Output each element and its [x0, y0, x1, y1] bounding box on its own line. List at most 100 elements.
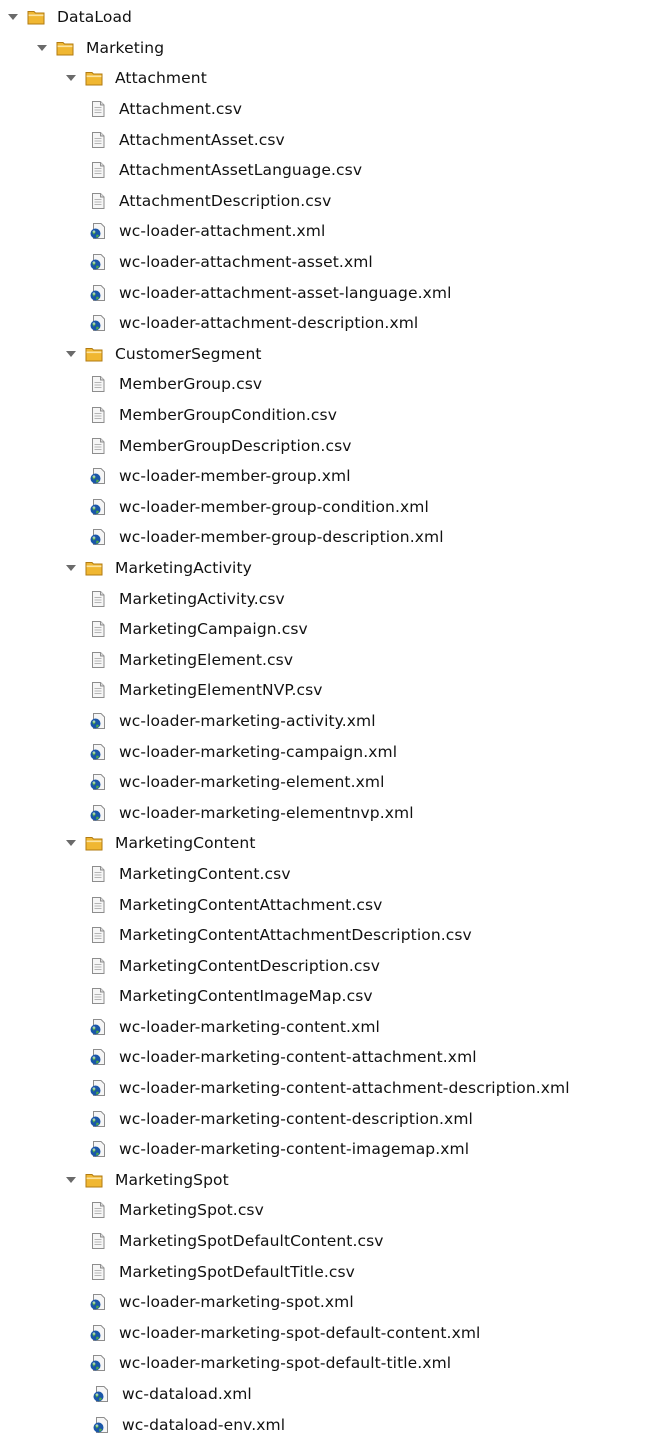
tree-item-membergroupdescription-csv[interactable]: MemberGroupDescription.csv [0, 430, 671, 461]
tree-item-wc-loader-marketing-content-attachment-xml[interactable]: wc-loader-marketing-content-attachment.x… [0, 1042, 671, 1073]
folder-icon [85, 345, 103, 363]
tree-item-wc-loader-member-group-xml[interactable]: wc-loader-member-group.xml [0, 461, 671, 492]
tree-item-label: Marketing [86, 38, 165, 57]
tree-item-wc-loader-marketing-content-imagemap-xml[interactable]: wc-loader-marketing-content-imagemap.xml [0, 1134, 671, 1165]
tree-item-label: wc-loader-attachment.xml [119, 222, 326, 241]
tree-item-wc-loader-marketing-activity-xml[interactable]: wc-loader-marketing-activity.xml [0, 706, 671, 737]
expand-toggle-icon[interactable] [63, 346, 79, 362]
tree-item-label: MemberGroup.csv [119, 375, 263, 394]
tree-item-marketingspot[interactable]: MarketingSpot [0, 1165, 671, 1196]
expand-toggle-icon[interactable] [63, 560, 79, 576]
tree-item-label: wc-loader-marketing-spot-default-title.x… [119, 1354, 452, 1373]
tree-item-marketingactivity[interactable]: MarketingActivity [0, 553, 671, 584]
xml-file-icon [89, 314, 107, 332]
tree-item-label: AttachmentDescription.csv [119, 191, 332, 210]
tree-item-label: MarketingSpotDefaultTitle.csv [119, 1262, 355, 1281]
tree-item-marketingcontentattachment-csv[interactable]: MarketingContentAttachment.csv [0, 889, 671, 920]
expand-toggle-icon[interactable] [5, 9, 21, 25]
tree-item-wc-loader-attachment-asset-language-xml[interactable]: wc-loader-attachment-asset-language.xml [0, 277, 671, 308]
tree-item-label: MarketingContentAttachmentDescription.cs… [119, 926, 472, 945]
tree-item-label: Attachment [115, 69, 207, 88]
tree-item-wc-loader-marketing-element-xml[interactable]: wc-loader-marketing-element.xml [0, 767, 671, 798]
tree-item-label: wc-loader-attachment-description.xml [119, 314, 419, 333]
xml-file-icon [92, 1385, 110, 1403]
tree-item-membergroup-csv[interactable]: MemberGroup.csv [0, 369, 671, 400]
csv-file-icon [89, 651, 107, 669]
tree-item-wc-loader-attachment-asset-xml[interactable]: wc-loader-attachment-asset.xml [0, 247, 671, 278]
tree-item-marketingelementnvp-csv[interactable]: MarketingElementNVP.csv [0, 675, 671, 706]
xml-file-icon [89, 1048, 107, 1066]
tree-item-attachmentassetlanguage-csv[interactable]: AttachmentAssetLanguage.csv [0, 155, 671, 186]
tree-item-wc-loader-marketing-spot-default-title-xml[interactable]: wc-loader-marketing-spot-default-title.x… [0, 1348, 671, 1379]
xml-file-icon [89, 528, 107, 546]
tree-item-wc-loader-marketing-content-xml[interactable]: wc-loader-marketing-content.xml [0, 1012, 671, 1043]
tree-item-dataload[interactable]: DataLoad [0, 2, 671, 33]
folder-icon [85, 69, 103, 87]
tree-item-label: MemberGroupCondition.csv [119, 406, 338, 425]
tree-item-wc-dataload-xml[interactable]: wc-dataload.xml [0, 1379, 671, 1410]
expand-toggle-icon[interactable] [63, 1172, 79, 1188]
xml-file-icon [89, 1140, 107, 1158]
xml-file-icon [89, 712, 107, 730]
tree-item-marketingcontent-csv[interactable]: MarketingContent.csv [0, 859, 671, 890]
expand-toggle-icon[interactable] [34, 40, 50, 56]
xml-file-icon [89, 467, 107, 485]
tree-item-attachment-csv[interactable]: Attachment.csv [0, 94, 671, 125]
csv-file-icon [89, 1201, 107, 1219]
tree-item-label: wc-loader-marketing-campaign.xml [119, 742, 398, 761]
tree-item-wc-loader-attachment-description-xml[interactable]: wc-loader-attachment-description.xml [0, 308, 671, 339]
tree-item-marketingcampaign-csv[interactable]: MarketingCampaign.csv [0, 614, 671, 645]
tree-item-attachmentasset-csv[interactable]: AttachmentAsset.csv [0, 124, 671, 155]
tree-item-marketingelement-csv[interactable]: MarketingElement.csv [0, 644, 671, 675]
xml-file-icon [89, 1018, 107, 1036]
tree-item-label: MarketingSpot [115, 1170, 229, 1189]
tree-item-wc-loader-member-group-description-xml[interactable]: wc-loader-member-group-description.xml [0, 522, 671, 553]
tree-item-wc-loader-member-group-condition-xml[interactable]: wc-loader-member-group-condition.xml [0, 492, 671, 523]
csv-file-icon [89, 957, 107, 975]
tree-item-marketingcontent[interactable]: MarketingContent [0, 828, 671, 859]
tree-item-label: wc-loader-marketing-content.xml [119, 1017, 380, 1036]
tree-item-marketing[interactable]: Marketing [0, 33, 671, 64]
tree-item-label: wc-loader-marketing-content-attachment.x… [119, 1048, 477, 1067]
tree-item-wc-dataload-env-xml[interactable]: wc-dataload-env.xml [0, 1409, 671, 1440]
csv-file-icon [89, 987, 107, 1005]
tree-item-wc-loader-marketing-spot-default-content-xml[interactable]: wc-loader-marketing-spot-default-content… [0, 1318, 671, 1349]
folder-icon [85, 1171, 103, 1189]
tree-item-marketingspot-csv[interactable]: MarketingSpot.csv [0, 1195, 671, 1226]
tree-item-wc-loader-attachment-xml[interactable]: wc-loader-attachment.xml [0, 216, 671, 247]
tree-item-label: MarketingActivity.csv [119, 589, 285, 608]
tree-item-label: wc-loader-marketing-content-imagemap.xml [119, 1140, 470, 1159]
tree-item-wc-loader-marketing-elementnvp-xml[interactable]: wc-loader-marketing-elementnvp.xml [0, 797, 671, 828]
expand-toggle-icon[interactable] [63, 70, 79, 86]
tree-item-attachment[interactable]: Attachment [0, 63, 671, 94]
tree-item-marketingspotdefaultcontent-csv[interactable]: MarketingSpotDefaultContent.csv [0, 1226, 671, 1257]
tree-item-marketingcontentattachmentdescription-csv[interactable]: MarketingContentAttachmentDescription.cs… [0, 920, 671, 951]
file-tree: DataLoad Marketing Attachment Attachment.cs… [0, 2, 671, 1440]
tree-item-label: DataLoad [57, 8, 132, 27]
tree-item-wc-loader-marketing-spot-xml[interactable]: wc-loader-marketing-spot.xml [0, 1287, 671, 1318]
csv-file-icon [89, 590, 107, 608]
tree-item-label: wc-loader-marketing-content-description.… [119, 1109, 473, 1128]
tree-item-customersegment[interactable]: CustomerSegment [0, 339, 671, 370]
tree-item-wc-loader-marketing-content-attachment-description-xml[interactable]: wc-loader-marketing-content-attachment-d… [0, 1073, 671, 1104]
xml-file-icon [92, 1416, 110, 1434]
tree-item-marketingspotdefaulttitle-csv[interactable]: MarketingSpotDefaultTitle.csv [0, 1256, 671, 1287]
tree-item-label: MarketingContent [115, 834, 256, 853]
xml-file-icon [89, 1110, 107, 1128]
expand-toggle-icon[interactable] [63, 835, 79, 851]
tree-item-wc-loader-marketing-campaign-xml[interactable]: wc-loader-marketing-campaign.xml [0, 736, 671, 767]
tree-item-label: Attachment.csv [119, 100, 242, 119]
tree-item-label: wc-loader-marketing-spot.xml [119, 1293, 354, 1312]
xml-file-icon [89, 1354, 107, 1372]
tree-item-marketingcontentdescription-csv[interactable]: MarketingContentDescription.csv [0, 950, 671, 981]
xml-file-icon [89, 498, 107, 516]
tree-item-attachmentdescription-csv[interactable]: AttachmentDescription.csv [0, 186, 671, 217]
xml-file-icon [89, 1293, 107, 1311]
tree-item-label: wc-dataload.xml [122, 1385, 252, 1404]
tree-item-membergroupcondition-csv[interactable]: MemberGroupCondition.csv [0, 400, 671, 431]
tree-item-marketingactivity-csv[interactable]: MarketingActivity.csv [0, 583, 671, 614]
tree-item-wc-loader-marketing-content-description-xml[interactable]: wc-loader-marketing-content-description.… [0, 1103, 671, 1134]
xml-file-icon [89, 284, 107, 302]
csv-file-icon [89, 1232, 107, 1250]
tree-item-marketingcontentimagemap-csv[interactable]: MarketingContentImageMap.csv [0, 981, 671, 1012]
